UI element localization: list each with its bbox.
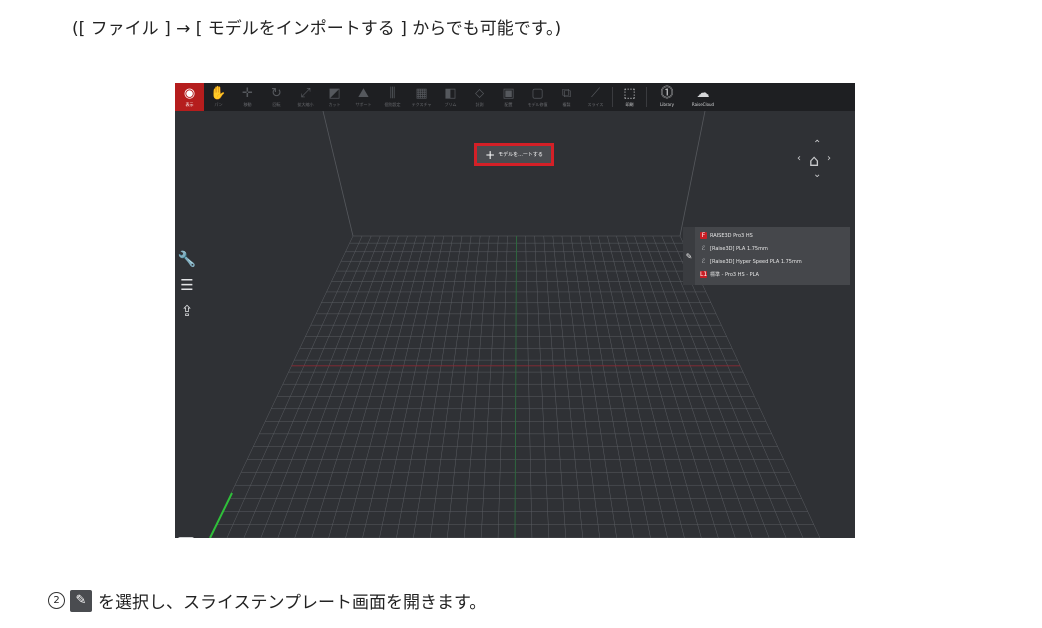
pen-icon: ✎ — [70, 589, 92, 612]
brim-icon: ◧ — [444, 86, 457, 101]
bottom-note-text: を選択し、スライステンプレート画面を開きます。 — [98, 593, 487, 613]
tool-slice[interactable]: ⟋ スライス — [581, 83, 610, 111]
filament-icon: ℰ — [701, 245, 706, 252]
grid-line — [209, 492, 233, 538]
tool-label: 配置 — [504, 102, 513, 107]
tool-label: カット — [328, 102, 341, 107]
viewport[interactable]: + モデルを...ートする ⌃ ‹ ⌂ › ⌄ 🔧 ☰ ⇪ ✎ F RAISE3D P… — [175, 111, 855, 538]
tool-label: 複製 — [562, 102, 571, 107]
plus-icon: + — [485, 147, 496, 162]
app-screenshot: ◉ 表示 ✋ パン ✛ 移動 ↻ 回転 ⤢ 拡大縮小 ◩ カット ⛰ サポート ⫼ 個別設定 ▦ テクスチャ ◧ ブリ… — [175, 83, 855, 538]
preset-row[interactable]: ℰ [Raise3D] PLA 1.75mm — [700, 243, 768, 254]
grid-line — [679, 111, 706, 237]
settings-icon: ⫼ — [389, 86, 396, 101]
preset-label: 標準 - Pro3 HS - PLA — [710, 272, 759, 278]
cloud-icon: ☁ — [696, 86, 710, 101]
preset-row[interactable]: F RAISE3D Pro3 HS — [700, 230, 753, 241]
upload-icon[interactable]: ⇪ — [177, 301, 197, 321]
tool-label: 表示 — [185, 102, 194, 107]
preset-row[interactable]: L1 標準 - Pro3 HS - PLA — [700, 269, 759, 280]
import-model-button[interactable]: + モデルを...ートする — [474, 143, 554, 166]
tool-move[interactable]: ✛ 移動 — [233, 83, 262, 111]
slice-icon: ⟋ — [590, 86, 601, 101]
tool-hand[interactable]: ✋ パン — [204, 83, 233, 111]
scale-icon: ⤢ — [300, 86, 311, 101]
edit-template-icon[interactable]: ✎ — [683, 227, 695, 285]
preset-row[interactable]: ℰ [Raise3D] Hyper Speed PLA 1.75mm — [700, 256, 802, 267]
tool-label: 拡大縮小 — [297, 102, 314, 107]
keyboard-icon[interactable]: ⌨ — [178, 537, 194, 538]
tool-label: RaiseCloud — [691, 102, 715, 107]
measure-icon: ⬦ — [474, 86, 485, 101]
home-icon[interactable]: ⌂ — [809, 151, 819, 170]
import-model-label: モデルを...ートする — [498, 152, 543, 158]
tool-label: 移動 — [243, 102, 252, 107]
tool-cloud[interactable]: ☁ RaiseCloud — [685, 83, 721, 111]
tool-measure[interactable]: ⬦ 計測 — [465, 83, 494, 111]
tool-copy[interactable]: ⧉ 複製 — [552, 83, 581, 111]
tool-label: パン — [214, 102, 223, 107]
list-icon[interactable]: ☰ — [177, 275, 197, 295]
preset-panel: ✎ F RAISE3D Pro3 HS ℰ [Raise3D] PLA 1.75mm ℰ… — [683, 227, 850, 285]
preset-label: [Raise3D] Hyper Speed PLA 1.75mm — [710, 258, 802, 265]
tool-arrange[interactable]: ▣ 配置 — [494, 83, 523, 111]
tool-label: 回転 — [272, 102, 281, 107]
step-number: 2 — [48, 592, 65, 609]
texture-icon: ▦ — [415, 86, 428, 101]
tool-library[interactable]: ⓵ Library — [649, 83, 685, 111]
nav-left-icon[interactable]: ‹ — [797, 153, 801, 164]
tool-eye[interactable]: ◉ 表示 — [175, 83, 204, 111]
preset-label: RAISE3D Pro3 HS — [710, 232, 753, 239]
tool-repair[interactable]: ▢ モデル修復 — [523, 83, 552, 111]
tool-label: テクスチャ — [411, 102, 432, 107]
print-icon: ⬚ — [623, 86, 636, 101]
grid-line — [322, 111, 354, 237]
nav-down-icon[interactable]: ⌄ — [813, 169, 821, 180]
tool-support[interactable]: ⛰ サポート — [349, 83, 378, 111]
nav-right-icon[interactable]: › — [827, 153, 831, 164]
toolbar-separator — [646, 87, 647, 107]
tool-cut[interactable]: ◩ カット — [320, 83, 349, 111]
copy-icon: ⧉ — [561, 86, 572, 101]
wrench-icon[interactable]: 🔧 — [177, 249, 197, 269]
tool-rotate[interactable]: ↻ 回転 — [262, 83, 291, 111]
toolbar-separator — [612, 87, 613, 107]
tool-print[interactable]: ⬚ 印刷 — [615, 83, 644, 111]
tool-scale[interactable]: ⤢ 拡大縮小 — [291, 83, 320, 111]
cut-icon: ◩ — [328, 86, 341, 101]
library-icon: ⓵ — [660, 86, 674, 101]
rotate-icon: ↻ — [271, 86, 282, 101]
template-icon: L1 — [700, 271, 708, 278]
side-toolbar: 🔧 ☰ ⇪ — [177, 249, 197, 321]
repair-icon: ▢ — [531, 86, 544, 101]
tool-label: 計測 — [475, 102, 484, 107]
toolbar: ◉ 表示 ✋ パン ✛ 移動 ↻ 回転 ⤢ 拡大縮小 ◩ カット ⛰ サポート ⫼ 個別設定 ▦ テクスチャ ◧ ブリ… — [175, 83, 855, 111]
tool-settings[interactable]: ⫼ 個別設定 — [378, 83, 407, 111]
preset-label: [Raise3D] PLA 1.75mm — [710, 245, 768, 252]
hand-icon: ✋ — [210, 86, 227, 101]
tool-label: Library — [660, 102, 674, 107]
tool-label: ブリム — [444, 102, 457, 107]
build-plate-grid — [209, 111, 821, 538]
filament-icon: ℰ — [701, 258, 706, 265]
tool-label: サポート — [355, 102, 372, 107]
tool-label: 個別設定 — [384, 102, 401, 107]
move-icon: ✛ — [242, 86, 253, 101]
tool-texture[interactable]: ▦ テクスチャ — [407, 83, 436, 111]
top-note: ([ ファイル ] → [ モデルをインポートする ] からでも可能です。) — [72, 19, 562, 39]
navigation-cube[interactable]: ⌃ ‹ ⌂ › ⌄ — [795, 139, 839, 183]
tool-label: モデル修復 — [527, 102, 548, 107]
bottom-note: 2 ✎ を選択し、スライステンプレート画面を開きます。 — [48, 588, 486, 613]
arrange-icon: ▣ — [502, 86, 515, 101]
support-icon: ⛰ — [358, 86, 369, 101]
eye-icon: ◉ — [183, 86, 196, 101]
tool-brim[interactable]: ◧ ブリム — [436, 83, 465, 111]
tool-label: スライス — [587, 102, 604, 107]
nav-up-icon[interactable]: ⌃ — [813, 139, 821, 150]
printer-preset-icon: F — [700, 232, 707, 239]
tool-label: 印刷 — [625, 102, 634, 107]
